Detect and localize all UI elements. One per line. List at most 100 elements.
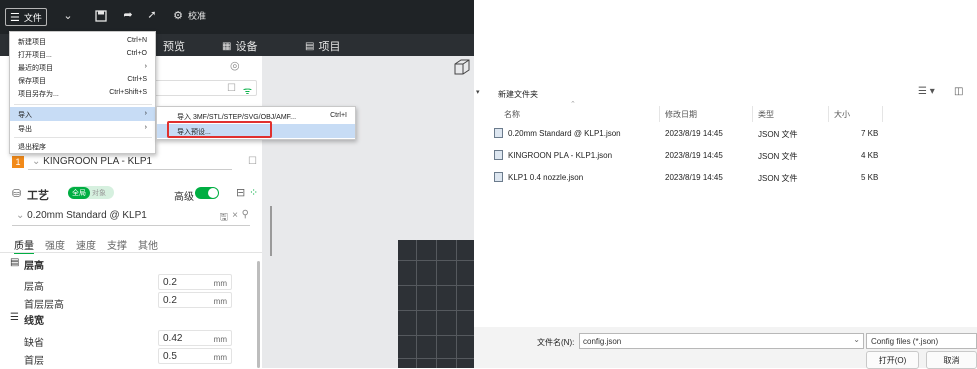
file-menu-button[interactable]: ☰ 文件 — [5, 8, 47, 26]
advanced-toggle[interactable] — [195, 187, 219, 199]
column-date[interactable]: 修改日期 — [665, 109, 697, 120]
file-list-header: ⌃ 名称 修改日期 类型 大小 — [474, 101, 977, 122]
build-plate-grid — [398, 240, 474, 368]
process-icon: ⛁ — [12, 188, 22, 200]
printer-select[interactable]: ☐ ᯤ — [150, 80, 257, 97]
first-layer-width-input[interactable]: 0.5 mm — [158, 348, 232, 364]
cancel-button[interactable]: 取消 — [926, 351, 977, 369]
first-layer-height-label: 首层层高 — [24, 300, 64, 311]
default-width-value: 0.42 — [163, 333, 183, 344]
tab-project[interactable]: ▤ 项目 — [305, 38, 340, 54]
view-options-icon[interactable]: ☰ ▾ — [918, 86, 935, 97]
settings-gear-icon[interactable]: ◎ — [230, 59, 240, 72]
file-menu-label: 文件 — [23, 12, 42, 23]
cancel-button-label: 取消 — [943, 355, 960, 365]
process-title: 工艺 — [27, 190, 49, 202]
save-button[interactable] — [95, 10, 107, 22]
open-button-label: 打开(O) — [878, 355, 907, 365]
section-layer-height: 层高 — [24, 261, 44, 272]
compare-icon[interactable]: ⊟ — [236, 186, 245, 199]
tab-preview[interactable]: 预览 — [163, 38, 185, 54]
filament-select[interactable]: ⌄ KINGROON PLA - KLP1 — [28, 154, 232, 170]
close-icon[interactable]: × — [232, 210, 238, 221]
file-date: 2023/8/19 14:45 — [665, 173, 723, 182]
file-row[interactable]: 0.20mm Standard @ KLP1.json 2023/8/19 14… — [494, 127, 944, 141]
file-date: 2023/8/19 14:45 — [665, 129, 723, 138]
menu-item-exit[interactable]: 退出程序 — [10, 139, 155, 153]
file-menu: 新建项目 Ctrl+N 打开项目... Ctrl+O 最近的项目 › 保存项目 Ctrl… — [9, 31, 156, 154]
file-name: 0.20mm Standard @ KLP1.json — [508, 129, 621, 138]
chevron-down-icon: ⌄ — [63, 10, 73, 22]
view-cube-icon[interactable] — [452, 58, 472, 76]
hamburger-icon: ☰ — [10, 11, 20, 24]
layout-icon[interactable]: ⁘ — [249, 186, 258, 199]
menu-item-recent-projects[interactable]: 最近的项目 › — [10, 60, 155, 74]
file-type: JSON 文件 — [758, 152, 798, 161]
save-preset-icon[interactable]: 🖫 — [219, 210, 228, 227]
column-type[interactable]: 类型 — [758, 109, 774, 120]
filament-color-swatch[interactable]: 1 — [12, 156, 24, 168]
layer-height-icon: ▤ — [10, 257, 20, 268]
file-type: JSON 文件 — [758, 174, 798, 183]
menu-item-save-project-as[interactable]: 项目另存为... Ctrl+Shift+S — [10, 86, 155, 100]
chevron-down-icon[interactable]: ⌄ — [853, 335, 860, 344]
open-file-dialog: ▾ 新建文件夹 ☰ ▾ ◫ ⌃ 名称 修改日期 类型 大小 0.20mm Sta… — [474, 0, 977, 369]
advanced-label: 高级 — [174, 192, 194, 203]
edit-icon[interactable]: ☐ — [248, 156, 257, 167]
calibrate-button[interactable]: ⚙ 校准 — [172, 9, 206, 22]
wifi-icon[interactable]: ᯤ — [243, 83, 252, 97]
json-file-icon — [494, 128, 503, 138]
filament-name: KINGROON PLA - KLP1 — [43, 156, 153, 167]
search-icon[interactable]: ⚲ — [242, 209, 249, 220]
viewport-scrollbar[interactable] — [270, 206, 272, 256]
menu-item-import[interactable]: 导入 › — [10, 107, 155, 121]
device-icon: ▦ — [222, 40, 232, 52]
process-preset-name: 0.20mm Standard @ KLP1 — [27, 210, 147, 221]
edit-icon[interactable]: ☐ — [227, 83, 236, 94]
unit-label: mm — [213, 279, 227, 288]
file-type-filter[interactable]: Config files (*.json) — [866, 333, 977, 349]
unit-label: mm — [213, 353, 227, 362]
file-row[interactable]: KINGROON PLA - KLP1.json 2023/8/19 14:45… — [494, 149, 944, 163]
json-file-icon — [494, 150, 503, 160]
menu-item-open-project[interactable]: 打开项目... Ctrl+O — [10, 47, 155, 61]
first-layer-width-label: 首层 — [24, 356, 44, 367]
first-layer-height-input[interactable]: 0.2 mm — [158, 292, 232, 308]
first-layer-width-value: 0.5 — [163, 351, 177, 362]
file-size: 5 KB — [861, 173, 879, 182]
open-button[interactable]: 打开(O) — [866, 351, 919, 369]
tab-device[interactable]: ▦ 设备 — [222, 38, 257, 54]
chevron-down-icon: ▾ — [476, 89, 480, 96]
process-preset-select[interactable]: ⌄ 0.20mm Standard @ KLP1 🖫 × ⚲ — [12, 208, 250, 226]
dropdown-button[interactable]: ⌄ — [62, 10, 74, 22]
new-folder-button[interactable]: 新建文件夹 — [498, 89, 538, 100]
calibrate-label: 校准 — [188, 11, 207, 21]
menu-item-new-project[interactable]: 新建项目 Ctrl+N — [10, 34, 155, 48]
menu-item-save-project[interactable]: 保存项目 Ctrl+S — [10, 73, 155, 87]
global-object-toggle[interactable]: 全局 对象 — [68, 186, 114, 199]
column-size[interactable]: 大小 — [834, 109, 850, 120]
column-name[interactable]: 名称 — [504, 109, 520, 120]
tab-device-label: 设备 — [235, 41, 258, 53]
file-type: JSON 文件 — [758, 130, 798, 139]
chevron-down-icon: ⌄ — [16, 210, 28, 221]
highlight-box — [167, 121, 272, 138]
undo-button[interactable]: ➦ — [122, 9, 134, 21]
file-size: 4 KB — [861, 151, 879, 160]
layer-height-input[interactable]: 0.2 mm — [158, 274, 232, 290]
filename-input[interactable]: config.json ⌄ — [579, 333, 864, 349]
menu-item-export[interactable]: 导出 › — [10, 121, 155, 135]
preview-pane-icon[interactable]: ◫ — [954, 86, 963, 97]
file-name: KLP1 0.4 nozzle.json — [508, 173, 584, 182]
redo-button[interactable]: ➚ — [146, 9, 158, 21]
chevron-down-icon: ⌄ — [32, 156, 44, 167]
default-width-input[interactable]: 0.42 mm — [158, 330, 232, 346]
slicer-app-window: ☰ 文件 ⌄ ➦ ➚ ⚙ 校准 预览 ▦ 设备 ▤ 项目 ◎ ☐ ᯤ 1 ⌄ K… — [0, 0, 474, 368]
first-layer-height-value: 0.2 — [163, 295, 177, 306]
file-row[interactable]: KLP1 0.4 nozzle.json 2023/8/19 14:45 JSO… — [494, 171, 944, 185]
calibrate-icon: ⚙ — [173, 9, 183, 22]
top-toolbar: ☰ 文件 ⌄ ➦ ➚ ⚙ 校准 — [0, 0, 474, 34]
global-badge: 全局 — [68, 186, 90, 199]
tab-preview-label: 预览 — [163, 41, 185, 53]
panel-scrollbar[interactable] — [257, 261, 260, 368]
